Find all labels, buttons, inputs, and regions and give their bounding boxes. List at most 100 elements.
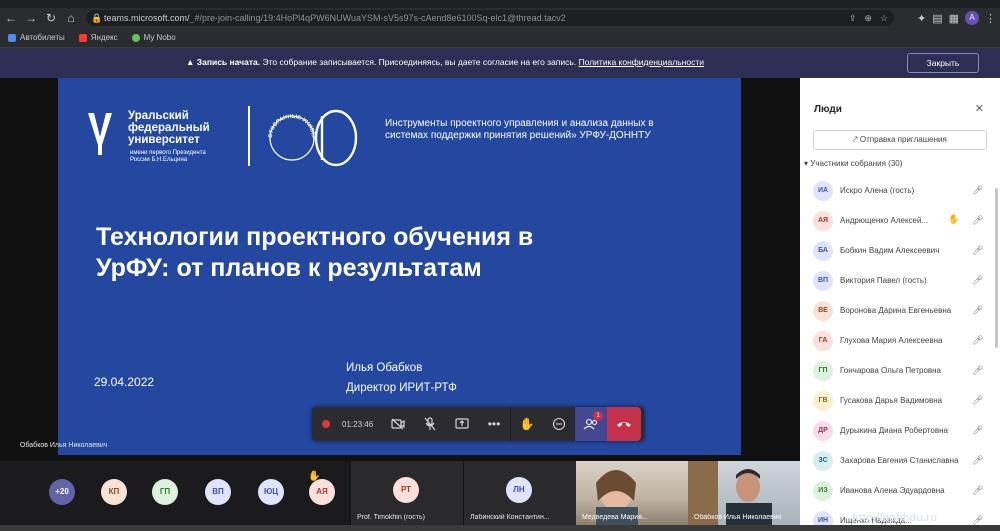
gallery-avatar[interactable]: ГП [152,479,178,505]
hang-up-button[interactable] [607,407,641,441]
gallery-avatar[interactable]: ЮЦ [258,479,284,505]
participant-name: Воронова Дарина Евгеньевна [840,306,952,315]
slide-date: 29.04.2022 [94,375,155,389]
avatar: ВЕ [813,301,833,321]
raise-hand-icon[interactable]: ✋ [511,407,543,441]
slide-title: Технологии проектного обучения в УрФУ: о… [96,223,534,282]
participants-list: ИА Искро Алена (гость) 🎤︎ АЯ Андрющенко Алек… [800,178,1000,531]
participant-name: Дурыкина Диана Робертовна [840,426,948,435]
participant-row[interactable]: ДР Дурыкина Диана Робертовна 🎤︎ [800,418,1000,448]
mic-muted-icon: 🎤︎ [972,275,984,285]
address-bar[interactable]: 🔒 teams.microsoft.com/_#/pre-join-callin… [86,10,894,26]
participant-tile[interactable]: РТ Prof. Timokhin (гость) [350,461,463,525]
avatar: ВП [813,271,833,291]
avatar: ДР [813,421,833,441]
participant-gallery: +20 КП ГП ВП ЮЦ АЯ ✋ РТ Prof. Timokhin (гост… [0,461,800,525]
gallery-avatar[interactable]: ВП [205,479,231,505]
os-taskbar [0,525,1000,531]
mic-muted-icon: 🎤︎ [972,305,984,315]
participant-row[interactable]: ЗС Захарова Евгения Станиславна 🎤︎ [800,448,1000,478]
zoom-icon[interactable]: ⊕ [864,13,872,24]
participant-row[interactable]: АЯ Андрющенко Алексей... ✋ 🎤︎ [800,208,1000,238]
extensions-icon[interactable]: ✦ [917,12,926,25]
privacy-policy-link[interactable]: Политика конфиденциальности [579,57,704,67]
mic-off-icon[interactable] [414,407,446,441]
tile-name: Лабинский Константин... [470,514,550,521]
participant-row[interactable]: ВЕ Воронова Дарина Евгеньевна 🎤︎ [800,298,1000,328]
mic-muted-icon: 🎤︎ [972,365,984,375]
gallery-avatar[interactable]: КП [101,479,127,505]
tile-name: Медведева Мария... [582,514,648,521]
participant-name: Гончарова Ольга Петровна [840,366,942,375]
home-icon[interactable]: ⌂ [62,9,80,27]
avatar: РТ [393,477,419,503]
bookmark-favicon [8,33,16,42]
chat-icon[interactable] [543,407,575,441]
close-icon[interactable]: ✕ [975,102,984,115]
media-icon[interactable]: ▤ [932,12,942,25]
close-banner-button[interactable]: Закрыть [907,53,979,73]
lock-icon[interactable]: 🔒 [90,13,104,24]
phone-hangup-icon [617,422,631,427]
reload-icon[interactable]: ↻ [42,9,60,27]
avatar: ИЗ [813,481,833,501]
share-invite-button[interactable]: ⤤ Отправка приглашения [813,130,987,150]
presentation-slide: Уральский федеральный университет имени … [58,78,741,455]
people-panel: Люди ✕ ⤤ Отправка приглашения ▾ Участник… [800,78,1000,531]
video-tile[interactable]: Обабков Илья Николаевич [688,461,800,525]
forward-icon[interactable]: → [22,9,40,27]
avatar: ГП [813,361,833,381]
gallery-avatar[interactable]: АЯ [309,479,335,505]
overflow-count[interactable]: +20 [49,479,75,505]
participant-row[interactable]: БА Бобкин Вадим Алексеевич 🎤︎ [800,238,1000,268]
profile-avatar[interactable]: A [965,11,979,25]
watermark-text: http://dohhdu.ru [852,512,937,524]
participant-name: Иванова Алена Эдуардовна [840,486,945,495]
bookmark-star-icon[interactable]: ☆ [880,13,888,24]
video-tile[interactable]: Медведева Мария... [576,461,688,525]
bookmark-item[interactable]: My Nobo [131,33,176,42]
avatar: АЯ [813,211,833,231]
bookmark-item[interactable]: Яндекс [78,33,118,42]
reading-list-icon[interactable]: ▦ [949,12,959,25]
mic-muted-icon: 🎤︎ [972,455,984,465]
bookmark-favicon [131,33,140,42]
mic-muted-icon: 🎤︎ [972,335,984,345]
people-panel-title: Люди [814,104,842,115]
avatar: ЛН [506,477,532,503]
warning-icon: ▲ [186,57,195,67]
mic-muted-icon: 🎤︎ [972,485,984,495]
more-options-icon[interactable]: ••• [478,407,510,441]
slide-author: Илья Обабков Директор ИРИТ-РТФ [346,362,457,394]
urfu-logo-icon [88,113,112,155]
back-icon[interactable]: ← [2,9,20,27]
bookmarks-bar: Автобилеты Яндекс My Nobo [0,28,1000,48]
participant-row[interactable]: ГП Гончарова Ольга Петровна 🎤︎ [800,358,1000,388]
participant-row[interactable]: ВП Виктория Павел (гость) 🎤︎ [800,268,1000,298]
university-subtitle: имени первого Президента России Б.Н.Ельц… [130,150,206,163]
participants-section-header[interactable]: ▾ Участники собрания (30) [804,159,902,168]
participants-button[interactable]: 1 [575,407,607,441]
avatar: ГВ [813,391,833,411]
logo-divider [248,106,250,166]
avatar: ИА [813,181,833,201]
panel-scrollbar[interactable] [995,188,998,348]
share-icon[interactable]: ⇪ [849,13,857,24]
mic-muted-icon: 🎤︎ [972,185,984,195]
participant-row[interactable]: ГВ Гусакова Дарья Вадимовна 🎤︎ [800,388,1000,418]
participant-tile[interactable]: ЛН Лабинский Константин... [463,461,576,525]
share-screen-icon[interactable] [446,407,478,441]
camera-off-icon[interactable] [382,407,414,441]
participant-row[interactable]: ГА Глухова Мария Алексеевна 🎤︎ [800,328,1000,358]
avatar: ЗС [813,451,833,471]
participant-row[interactable]: ИЗ Иванова Алена Эдуардовна 🎤︎ [800,478,1000,508]
anniversary-seal-icon: ОТОБРАННЫЕ УНИВЕРСИТЕТА [258,106,358,167]
share-link-icon: ⤤ [853,135,860,144]
participant-row[interactable]: ИА Искро Алена (гость) 🎤︎ [800,178,1000,208]
meeting-stage: Уральский федеральный университет имени … [0,78,800,461]
recording-banner-text: ▲ Запись начата. Это собрание записывает… [186,57,704,67]
participant-name: Гусакова Дарья Вадимовна [840,396,943,405]
mic-muted-icon: 🎤︎ [972,425,984,435]
menu-icon[interactable]: ⋮ [985,12,996,25]
bookmark-item[interactable]: Автобилеты [8,33,65,42]
